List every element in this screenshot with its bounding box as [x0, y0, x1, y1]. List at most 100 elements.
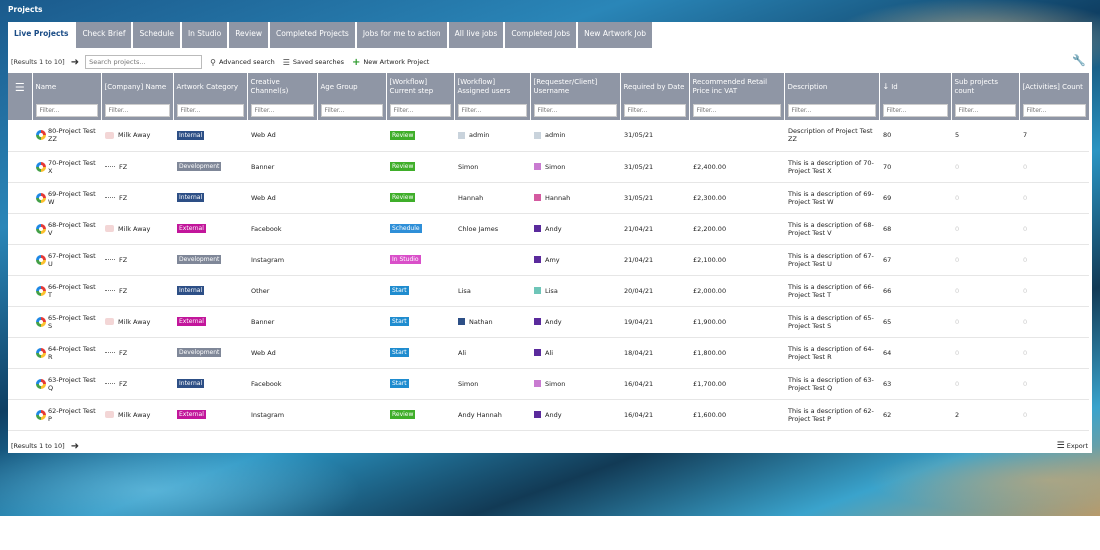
cell-name[interactable]: 63-Project Test Q: [32, 368, 101, 400]
table-row[interactable]: 64-Project Test R FZ Development Web Ad Star…: [8, 337, 1089, 369]
project-name-label[interactable]: 67-Project Test U: [48, 252, 97, 268]
project-name-label[interactable]: 63-Project Test Q: [48, 376, 97, 392]
column-header-creative-channel-s[interactable]: Creative Channel(s): [247, 73, 318, 101]
project-name[interactable]: 66-Project Test T: [36, 283, 97, 299]
filter-input-workflow-current-step[interactable]: [389, 103, 451, 117]
project-name-label[interactable]: 66-Project Test T: [48, 283, 97, 299]
wrench-icon[interactable]: 🔧: [1072, 54, 1086, 67]
tab-review[interactable]: Review: [229, 22, 270, 48]
column-header-artwork-category[interactable]: Artwork Category: [173, 73, 248, 101]
cell-name[interactable]: 67-Project Test U: [32, 244, 101, 276]
cell-name[interactable]: 70-Project Test X: [32, 151, 101, 183]
cell-name[interactable]: 64-Project Test R: [32, 337, 101, 369]
saved-searches-button[interactable]: ☰ Saved searches: [283, 58, 344, 67]
avatar: [534, 131, 541, 139]
next-arrow-icon[interactable]: ➜: [71, 57, 79, 68]
status-badge: Start: [390, 348, 409, 357]
filter-input-sub-projects-count[interactable]: [954, 103, 1016, 117]
row-spacer: [8, 399, 32, 431]
cell-assigned-users: Simon: [454, 151, 530, 183]
tab-new-artwork-job[interactable]: New Artwork Job: [578, 22, 655, 48]
table-row[interactable]: 70-Project Test X FZ Development Banner Revi…: [8, 151, 1089, 183]
tab-schedule[interactable]: Schedule: [133, 22, 182, 48]
project-name[interactable]: 65-Project Test S: [36, 314, 97, 330]
filter-input-workflow-assigned-users[interactable]: [457, 103, 527, 117]
project-name[interactable]: 69-Project Test W: [36, 190, 97, 206]
filter-input-name[interactable]: [35, 103, 98, 117]
column-header-required-by-date[interactable]: Required by Date: [620, 73, 690, 101]
filter-input-age-group[interactable]: [320, 103, 383, 117]
table-row[interactable]: 65-Project Test S Milk Away External Banner…: [8, 306, 1089, 338]
project-name-label[interactable]: 65-Project Test S: [48, 314, 97, 330]
column-header-workflow-assigned-users[interactable]: [Workflow] Assigned users: [454, 73, 531, 101]
column-header-description[interactable]: Description: [784, 73, 880, 101]
filter-input-requester-client-username[interactable]: [533, 103, 617, 117]
project-name-label[interactable]: 62-Project Test P: [48, 407, 97, 423]
cell-name[interactable]: 68-Project Test V: [32, 213, 101, 245]
filter-input-recommended-retail-price-inc-vat[interactable]: [692, 103, 781, 117]
cell-name[interactable]: 66-Project Test T: [32, 275, 101, 307]
cell-name[interactable]: 65-Project Test S: [32, 306, 101, 338]
filter-cell-artwork-category: [173, 101, 248, 120]
cell-name[interactable]: 80-Project Test ZZ: [32, 120, 101, 152]
tab-check-brief[interactable]: Check Brief: [76, 22, 134, 48]
tab-in-studio[interactable]: In Studio: [181, 22, 230, 48]
export-button[interactable]: ☰ Export: [1057, 441, 1088, 451]
column-header-requester-client-username[interactable]: [Requester/Client] Username: [530, 73, 621, 101]
project-name[interactable]: 62-Project Test P: [36, 407, 97, 423]
project-name-label[interactable]: 69-Project Test W: [48, 190, 97, 206]
advanced-search-button[interactable]: ⚲ Advanced search: [210, 58, 275, 67]
new-artwork-project-label: New Artwork Project: [363, 58, 430, 66]
project-name-label[interactable]: 68-Project Test V: [48, 221, 97, 237]
project-name[interactable]: 63-Project Test Q: [36, 376, 97, 392]
column-header-recommended-retail-price-inc-vat[interactable]: Recommended Retail Price inc VAT: [689, 73, 785, 101]
filter-input-artwork-category[interactable]: [176, 103, 244, 117]
table-row[interactable]: 62-Project Test P Milk Away External Instag…: [8, 399, 1089, 431]
table-row[interactable]: 69-Project Test W FZ Internal Web Ad Review H…: [8, 182, 1089, 214]
column-header-name[interactable]: Name: [32, 73, 102, 101]
project-name-label[interactable]: 80-Project Test ZZ: [48, 127, 97, 143]
tab-live-projects[interactable]: Live Projects: [8, 22, 77, 48]
tab-jobs-for-me-to-action[interactable]: Jobs for me to action: [356, 22, 449, 48]
column-header-age-group[interactable]: Age Group: [317, 73, 387, 101]
filter-input-creative-channel-s[interactable]: [250, 103, 314, 117]
tab-all-live-jobs[interactable]: All live jobs: [448, 22, 506, 48]
column-header-sub-projects-count[interactable]: Sub projects count: [951, 73, 1020, 101]
cell-name[interactable]: 62-Project Test P: [32, 399, 101, 431]
filter-input-id[interactable]: [882, 103, 948, 117]
column-menu-icon[interactable]: ☰: [8, 73, 33, 101]
cell-channel: Instagram: [247, 244, 317, 276]
footer-next-arrow-icon[interactable]: ➜: [71, 441, 79, 452]
filter-input-required-by-date[interactable]: [623, 103, 686, 117]
cell-name[interactable]: 69-Project Test W: [32, 182, 101, 214]
table-row[interactable]: 80-Project Test ZZ Milk Away Internal Web A…: [8, 120, 1089, 152]
column-header-workflow-current-step[interactable]: [Workflow] Current step: [386, 73, 455, 101]
column-header-activities-count[interactable]: [Activities] Count: [1019, 73, 1090, 101]
project-name-label[interactable]: 70-Project Test X: [48, 159, 97, 175]
project-name[interactable]: 70-Project Test X: [36, 159, 97, 175]
table-row[interactable]: 66-Project Test T FZ Internal Other Start Lis…: [8, 275, 1089, 307]
new-artwork-project-button[interactable]: + New Artwork Project: [352, 57, 429, 68]
column-header-id[interactable]: ↓ Id: [879, 73, 952, 101]
table-row[interactable]: 67-Project Test U FZ Development Instagram I…: [8, 244, 1089, 276]
filter-input-description[interactable]: [787, 103, 876, 117]
filter-input-company-name[interactable]: [104, 103, 170, 117]
cell-channel: Banner: [247, 151, 317, 183]
project-name[interactable]: 64-Project Test R: [36, 345, 97, 361]
row-spacer: [8, 244, 32, 276]
project-name[interactable]: 80-Project Test ZZ: [36, 127, 97, 143]
cell-required-date: 16/04/21: [620, 399, 689, 431]
table-row[interactable]: 63-Project Test Q FZ Internal Facebook Start…: [8, 368, 1089, 400]
filter-input-activities-count[interactable]: [1022, 103, 1086, 117]
table-row[interactable]: 68-Project Test V Milk Away External Facebo…: [8, 213, 1089, 245]
project-name[interactable]: 67-Project Test U: [36, 252, 97, 268]
cell-description: This is a description of 68-Project Test…: [784, 213, 879, 245]
search-input[interactable]: [85, 55, 203, 69]
project-name-label[interactable]: 64-Project Test R: [48, 345, 97, 361]
tab-completed-jobs[interactable]: Completed Jobs: [505, 22, 579, 48]
project-name[interactable]: 68-Project Test V: [36, 221, 97, 237]
cell-channel: Web Ad: [247, 337, 317, 369]
sort-arrow-icon[interactable]: ↓: [883, 82, 890, 91]
column-header-company-name[interactable]: [Company] Name: [101, 73, 174, 101]
tab-completed-projects[interactable]: Completed Projects: [269, 22, 357, 48]
